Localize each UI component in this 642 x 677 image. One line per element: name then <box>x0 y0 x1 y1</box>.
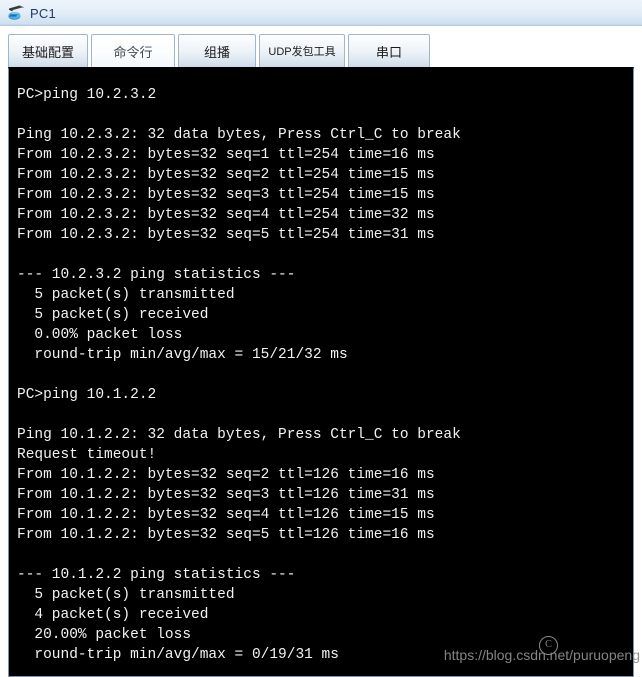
window-title: PC1 <box>30 5 56 21</box>
terminal-output[interactable]: PC>ping 10.2.3.2 Ping 10.2.3.2: 32 data … <box>9 69 633 676</box>
terminal-line: 5 packet(s) received <box>17 307 209 323</box>
tab-label: 串口 <box>375 44 402 60</box>
tab-label: UDP发包工具 <box>268 46 336 58</box>
terminal-line: From 10.2.3.2: bytes=32 seq=5 ttl=254 ti… <box>17 227 435 243</box>
terminal-frame: PC>ping 10.2.3.2 Ping 10.2.3.2: 32 data … <box>8 67 634 677</box>
terminal-line: PC>ping 10.2.3.2 <box>17 87 157 103</box>
window-titlebar: PC1 <box>0 0 642 26</box>
terminal-line: Request timeout! <box>17 447 157 463</box>
tab-command-line[interactable]: 命令行 <box>91 34 175 68</box>
tab-label: 命令行 <box>113 44 153 60</box>
terminal-line: From 10.1.2.2: bytes=32 seq=3 ttl=126 ti… <box>17 487 435 503</box>
tab-serial-port[interactable]: 串口 <box>348 34 430 68</box>
terminal-line: From 10.1.2.2: bytes=32 seq=2 ttl=126 ti… <box>17 467 435 483</box>
terminal-line: round-trip min/avg/max = 15/21/32 ms <box>17 347 348 363</box>
tab-label: 基础配置 <box>21 44 74 60</box>
terminal-line: 0.00% packet loss <box>17 327 183 343</box>
terminal-line: From 10.2.3.2: bytes=32 seq=3 ttl=254 ti… <box>17 187 435 203</box>
pc1-console-window: PC1 基础配置 命令行 组播 UDP发包工具 串口 PC>ping 10.2. <box>0 0 642 677</box>
terminal-line: From 10.1.2.2: bytes=32 seq=5 ttl=126 ti… <box>17 527 435 543</box>
terminal-line: Ping 10.1.2.2: 32 data bytes, Press Ctrl… <box>17 427 461 443</box>
terminal-line: 5 packet(s) transmitted <box>17 587 235 603</box>
terminal-line: round-trip min/avg/max = 0/19/31 ms <box>17 647 339 663</box>
tab-strip: 基础配置 命令行 组播 UDP发包工具 串口 <box>8 34 634 68</box>
network-device-icon <box>6 3 26 23</box>
terminal-line: 4 packet(s) received <box>17 607 209 623</box>
terminal-line: 5 packet(s) transmitted <box>17 287 235 303</box>
terminal-line: --- 10.1.2.2 ping statistics --- <box>17 567 296 583</box>
terminal-line: From 10.2.3.2: bytes=32 seq=4 ttl=254 ti… <box>17 207 435 223</box>
window-content: 基础配置 命令行 组播 UDP发包工具 串口 PC>ping 10.2.3.2 … <box>0 26 642 677</box>
terminal-line: From 10.2.3.2: bytes=32 seq=2 ttl=254 ti… <box>17 167 435 183</box>
tab-multicast[interactable]: 组播 <box>178 34 256 68</box>
tab-strip-filler <box>433 34 634 68</box>
tab-basic-config[interactable]: 基础配置 <box>8 34 88 68</box>
tab-udp-tool[interactable]: UDP发包工具 <box>259 34 345 68</box>
terminal-line: PC>ping 10.1.2.2 <box>17 387 157 403</box>
terminal-line: From 10.2.3.2: bytes=32 seq=1 ttl=254 ti… <box>17 147 435 163</box>
terminal-line: From 10.1.2.2: bytes=32 seq=4 ttl=126 ti… <box>17 507 435 523</box>
terminal-line: 20.00% packet loss <box>17 627 192 643</box>
terminal-line: Ping 10.2.3.2: 32 data bytes, Press Ctrl… <box>17 127 461 143</box>
tab-label: 组播 <box>203 44 230 60</box>
terminal-line: --- 10.2.3.2 ping statistics --- <box>17 267 296 283</box>
